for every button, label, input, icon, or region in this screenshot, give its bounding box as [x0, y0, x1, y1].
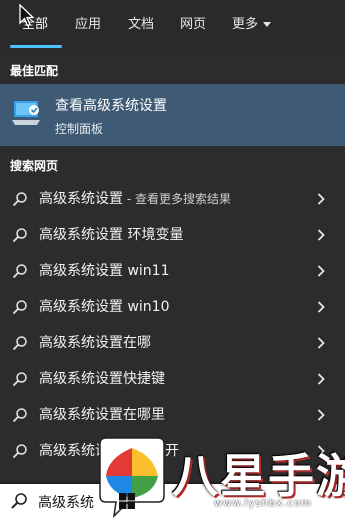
filter-tabs: 全部 应用 文档 网页 更多 [0, 0, 345, 50]
tab-more-label: 更多 [232, 17, 259, 32]
chevron-right-icon [317, 301, 325, 313]
search-icon [12, 300, 27, 315]
web-result-item[interactable]: 高级系统设置 - 查看更多搜索结果 [0, 181, 345, 217]
chevron-right-icon [317, 265, 325, 277]
search-web-header: 搜索网页 [10, 159, 59, 173]
web-result-label: 高级系统设置 win11 [39, 263, 170, 279]
watermark-domain: www.lyshbx.com [214, 498, 312, 509]
web-result-label: 高级系统设置 环境变量 [39, 227, 184, 243]
tab-documents[interactable]: 文档 [128, 15, 154, 35]
web-result-label: 高级系统设置快捷键 [39, 371, 165, 387]
chevron-down-icon [263, 22, 272, 27]
web-result-label: 高级系统设置在哪里 [39, 407, 165, 423]
search-icon [12, 336, 27, 351]
search-icon [12, 264, 27, 279]
search-input[interactable]: 高级系统 [38, 492, 94, 512]
web-result-item[interactable]: 高级系统设置在哪里 [0, 397, 345, 433]
tab-apps[interactable]: 应用 [75, 15, 101, 35]
web-result-label: 高级系统设置 win10 [39, 299, 170, 315]
system-settings-icon [12, 101, 40, 125]
chevron-right-icon [317, 229, 325, 241]
search-icon [12, 372, 27, 387]
search-icon [12, 408, 27, 423]
best-match-subtitle: 控制面板 [55, 122, 104, 136]
mouse-cursor-icon [19, 4, 35, 27]
start-search-panel: 全部 应用 文档 网页 更多 最佳匹配 查看高级系统设置 控制面板 搜索网页 高… [0, 0, 345, 518]
search-icon [12, 228, 27, 243]
chevron-right-icon [317, 409, 325, 421]
watermark-brand: 八星手游网 [172, 449, 345, 503]
web-result-item[interactable]: 高级系统设置在哪 [0, 325, 345, 361]
search-icon [11, 493, 27, 509]
active-tab-indicator [10, 45, 62, 48]
web-result-suffix: - 查看更多搜索结果 [123, 192, 231, 206]
tab-more[interactable]: 更多 [232, 15, 272, 35]
best-match-title: 查看高级系统设置 [55, 98, 167, 114]
chevron-right-icon [317, 193, 325, 205]
web-result-query: 高级系统设置 [39, 191, 123, 207]
web-result-item[interactable]: 高级系统设置 win10 [0, 289, 345, 325]
chevron-right-icon [317, 373, 325, 385]
best-match-header: 最佳匹配 [10, 64, 59, 78]
web-result-item[interactable]: 高级系统设置快捷键 [0, 361, 345, 397]
web-result-item[interactable]: 高级系统设置 win11 [0, 253, 345, 289]
chevron-right-icon [317, 337, 325, 349]
search-icon [12, 444, 27, 459]
web-result-item[interactable]: 高级系统设置 环境变量 [0, 217, 345, 253]
tab-web[interactable]: 网页 [180, 15, 206, 35]
web-result-label: 高级系统设置在哪 [39, 335, 151, 351]
windows-start-icon[interactable] [118, 492, 136, 510]
search-icon [12, 192, 27, 207]
best-match-item[interactable]: 查看高级系统设置 控制面板 [0, 84, 345, 146]
web-result-label: 高级系统设置 - 查看更多搜索结果 [39, 190, 231, 208]
